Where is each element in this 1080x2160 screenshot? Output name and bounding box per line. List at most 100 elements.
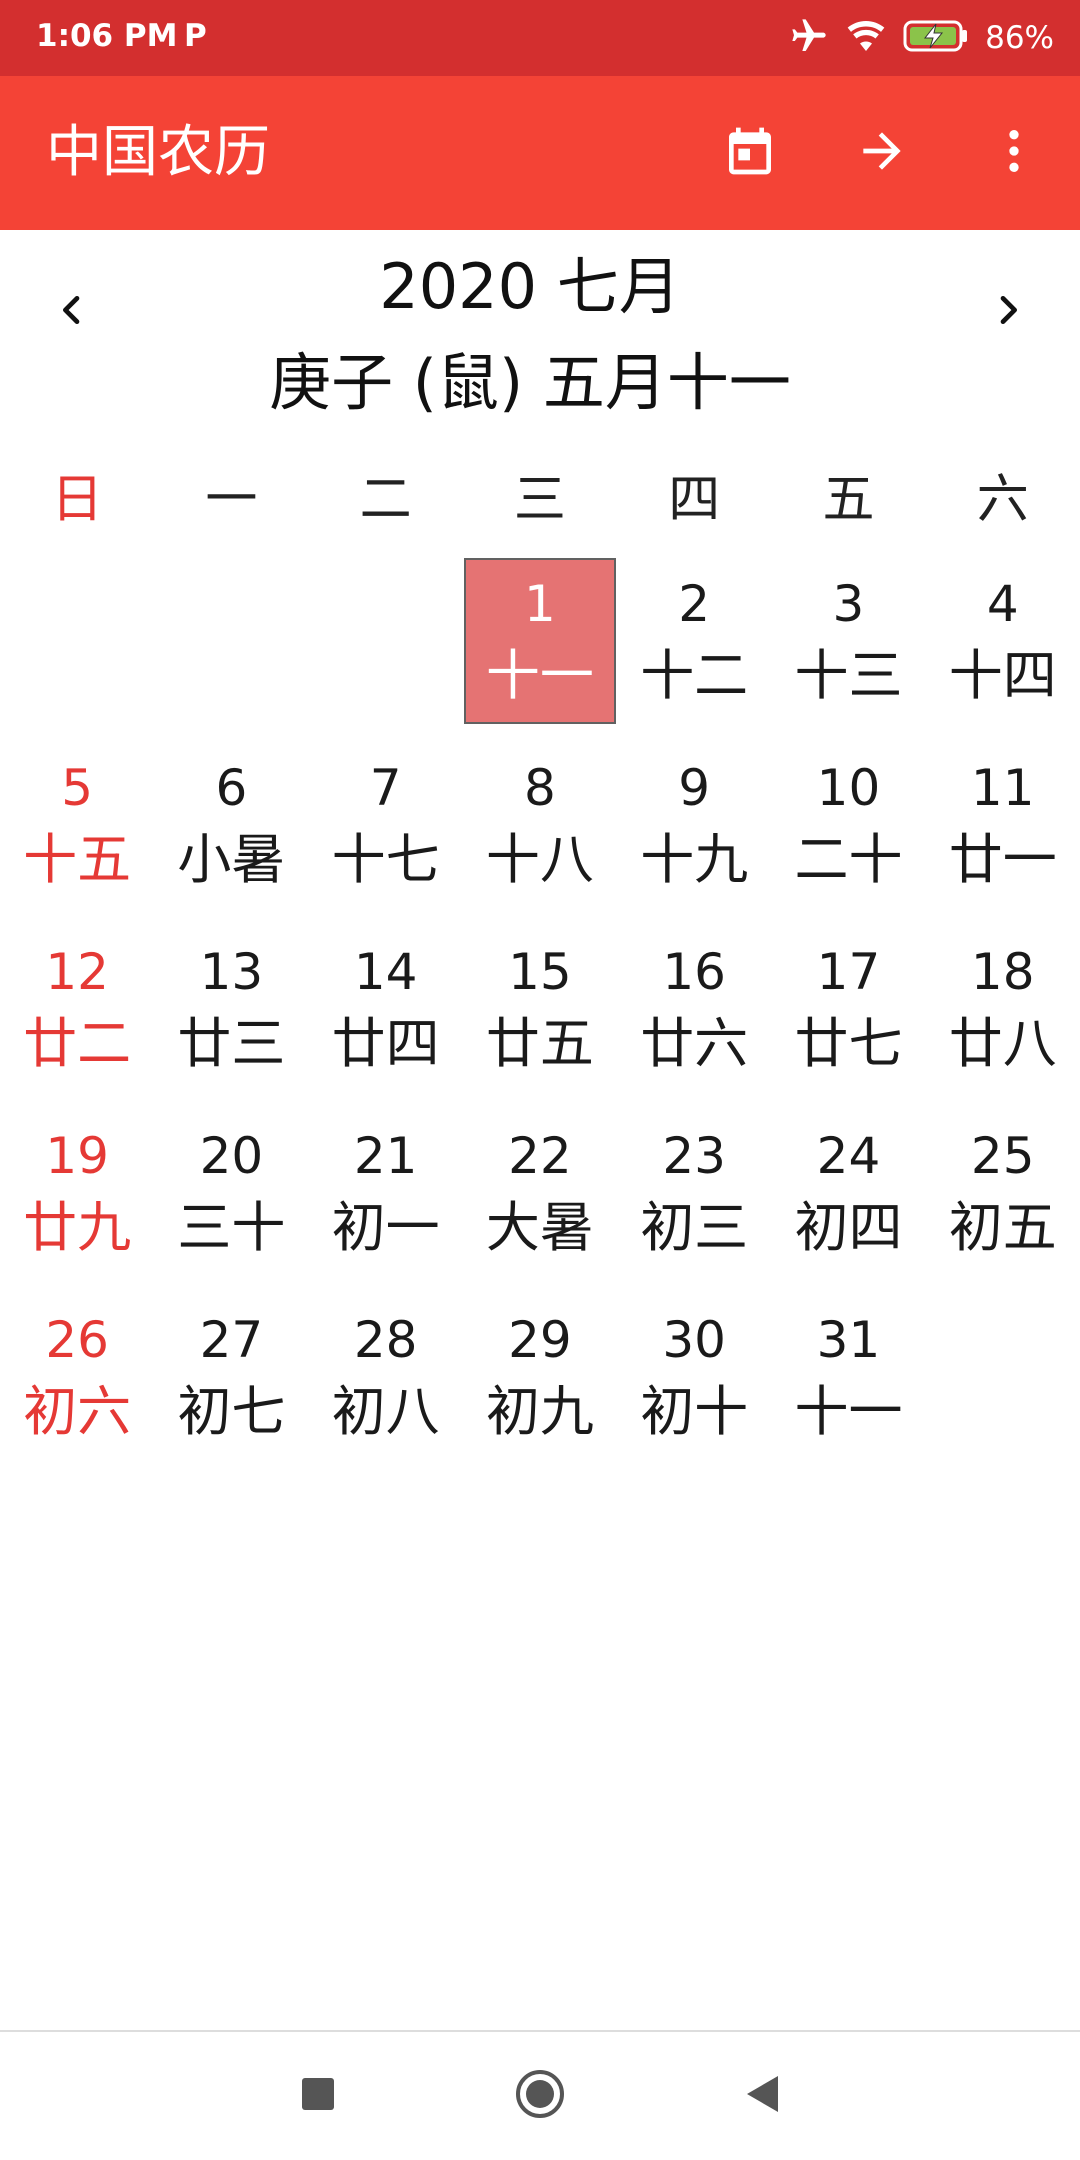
status-bar: 1:06 PM P 86%: [0, 0, 1080, 76]
day-number: 11: [970, 759, 1035, 817]
day-number: 28: [353, 1311, 418, 1369]
lunar-day-label: 十四: [948, 644, 1057, 707]
status-time: 1:06 PM: [36, 18, 178, 54]
app-bar: 中国农历: [0, 76, 1080, 230]
arrow-forward-icon: [854, 123, 910, 183]
day-cell[interactable]: 25 初五: [926, 1110, 1080, 1294]
more-vert-icon: [986, 123, 1042, 183]
go-to-date-button[interactable]: [816, 76, 948, 230]
lunar-day-label: 十五: [23, 828, 132, 891]
lunar-day-label: 初一: [331, 1196, 440, 1259]
calendar-today-icon: [722, 123, 778, 183]
status-icons: 86%: [789, 14, 1054, 62]
day-cell[interactable]: 17 廿七: [771, 926, 925, 1110]
day-cell[interactable]: 7 十七: [309, 742, 463, 926]
lunar-day-label: 初三: [640, 1196, 749, 1259]
day-cell[interactable]: 16 廿六: [617, 926, 771, 1110]
day-cell[interactable]: 28 初八: [309, 1294, 463, 1478]
lunar-day-label: 廿七: [794, 1012, 903, 1075]
lunar-day-label: 初十: [640, 1380, 749, 1443]
lunar-day-label: 大暑: [485, 1196, 594, 1259]
day-number: 29: [508, 1311, 572, 1369]
day-number: 3: [832, 575, 865, 633]
day-cell-selected[interactable]: 1 十一: [463, 558, 617, 724]
day-cell[interactable]: 14 廿四: [309, 926, 463, 1110]
app-bar-actions: [684, 76, 1080, 230]
day-number: 26: [45, 1311, 109, 1369]
lunar-day-label: 初五: [948, 1196, 1057, 1259]
day-cell[interactable]: 31 十一: [771, 1294, 925, 1478]
day-cell[interactable]: 15 廿五: [463, 926, 617, 1110]
lunar-day-label: 廿一: [948, 828, 1057, 891]
weekday-label: 一: [205, 470, 258, 530]
day-cell[interactable]: 19 廿九: [0, 1110, 154, 1294]
day-cell[interactable]: 8 十八: [463, 742, 617, 926]
app-notification-icon: P: [184, 18, 207, 54]
day-cell[interactable]: 4 十四: [926, 558, 1080, 742]
lunar-day-label: 二十: [794, 828, 903, 891]
day-number: 6: [215, 759, 248, 817]
lunar-day-label: 廿四: [331, 1012, 440, 1075]
lunar-day-label: 初四: [794, 1196, 903, 1259]
day-cell[interactable]: 10 二十: [771, 742, 925, 926]
day-number: 5: [61, 759, 94, 817]
day-number: 21: [353, 1127, 418, 1185]
home-button[interactable]: [429, 2032, 651, 2160]
day-cell[interactable]: 18 廿八: [926, 926, 1080, 1110]
recents-button[interactable]: [207, 2032, 429, 2160]
day-cell-empty: [154, 558, 308, 742]
back-button[interactable]: [651, 2032, 873, 2160]
overflow-menu-button[interactable]: [948, 76, 1080, 230]
day-number: 2: [678, 575, 711, 633]
system-navigation-bar: [0, 2032, 1080, 2160]
day-number: 14: [353, 943, 418, 1001]
day-cell[interactable]: 29 初九: [463, 1294, 617, 1478]
day-number: 23: [662, 1127, 726, 1185]
lunar-day-label: 十一: [485, 644, 594, 707]
day-cell[interactable]: 21 初一: [309, 1110, 463, 1294]
lunar-date-title: 庚子 (鼠) 五月十一: [269, 346, 791, 419]
day-cell[interactable]: 26 初六: [0, 1294, 154, 1478]
day-cell[interactable]: 11 廿一: [926, 742, 1080, 926]
day-cell[interactable]: 5 十五: [0, 742, 154, 926]
day-number: 7: [369, 759, 402, 817]
lunar-day-label: 廿三: [177, 1012, 286, 1075]
lunar-day-label: 十二: [640, 644, 749, 707]
day-cell[interactable]: 22 大暑: [463, 1110, 617, 1294]
day-number: 1: [524, 575, 556, 633]
day-cell[interactable]: 24 初四: [771, 1110, 925, 1294]
day-cell[interactable]: 9 十九: [617, 742, 771, 926]
day-number: 25: [970, 1127, 1035, 1185]
day-number: 18: [970, 943, 1035, 1001]
app-title: 中国农历: [46, 120, 270, 185]
day-number: 15: [508, 943, 572, 1001]
weekday-label: 五: [822, 470, 875, 530]
today-button[interactable]: [684, 76, 816, 230]
day-number: 8: [524, 759, 556, 817]
day-number: 22: [508, 1127, 572, 1185]
lunar-day-label: 初六: [23, 1380, 132, 1443]
home-circle-icon: [515, 2069, 565, 2123]
weekday-label: 日: [51, 470, 104, 530]
day-cell[interactable]: 27 初七: [154, 1294, 308, 1478]
day-number: [309, 558, 463, 576]
lunar-day-label: 初九: [485, 1380, 594, 1443]
lunar-day-label: 十八: [485, 828, 594, 891]
day-cell[interactable]: 23 初三: [617, 1110, 771, 1294]
day-cell[interactable]: 20 三十: [154, 1110, 308, 1294]
lunar-day-label: 十三: [794, 644, 903, 707]
day-cell[interactable]: 13 廿三: [154, 926, 308, 1110]
weekday-header: 日 一 二 三 四 五 六: [0, 460, 1080, 540]
day-number: 30: [662, 1311, 726, 1369]
day-number: 27: [199, 1311, 264, 1369]
next-month-button[interactable]: [970, 274, 1046, 350]
day-cell[interactable]: 2 十二: [617, 558, 771, 742]
lunar-day-label: 廿九: [23, 1196, 132, 1259]
day-number: 20: [199, 1127, 264, 1185]
airplane-icon: [789, 16, 829, 60]
day-cell[interactable]: 12 廿二: [0, 926, 154, 1110]
day-cell[interactable]: 30 初十: [617, 1294, 771, 1478]
lunar-day-label: 十九: [640, 828, 749, 891]
day-cell[interactable]: 3 十三: [771, 558, 925, 742]
day-cell[interactable]: 6 小暑: [154, 742, 308, 926]
